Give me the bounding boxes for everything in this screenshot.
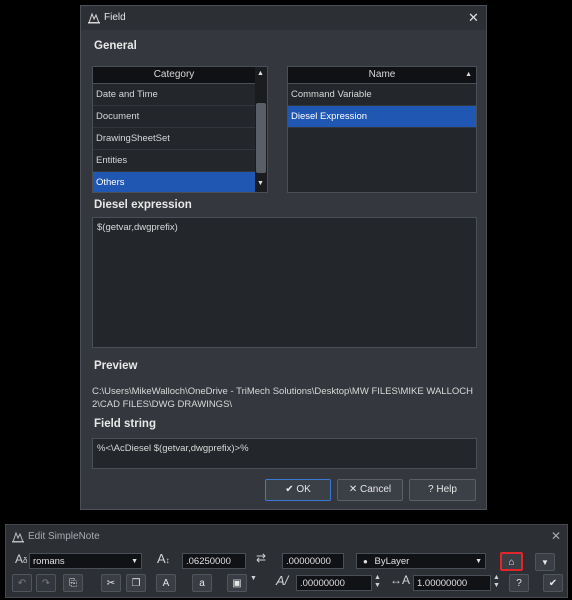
check-icon: ✔ xyxy=(285,484,294,495)
help-label: Help xyxy=(436,484,457,495)
preview-line-1: C:\Users\MikeWalloch\OneDrive - TriMech … xyxy=(92,386,473,397)
width-factor-icon: ↔A xyxy=(390,573,411,587)
insert-field-icon: ⌂ xyxy=(508,557,515,568)
dialog-title: Field xyxy=(104,12,126,23)
help-button[interactable]: ? Help xyxy=(409,479,476,501)
text-height-value: .06250000 xyxy=(186,556,231,567)
close-icon[interactable]: ✕ xyxy=(468,10,479,26)
app-icon xyxy=(88,12,100,24)
uppercase-icon: A xyxy=(162,578,170,589)
font-dropdown-icon[interactable]: ▼ xyxy=(131,554,138,570)
sort-arrow-icon: ▲ xyxy=(465,71,472,78)
category-item[interactable]: Document xyxy=(93,106,255,128)
more-options-button[interactable]: ▼ xyxy=(535,553,555,571)
preview-heading: Preview xyxy=(94,360,138,372)
text-frame-button[interactable]: ▣ xyxy=(227,574,247,592)
copy-button[interactable]: ⎘ xyxy=(63,574,83,592)
uppercase-button[interactable]: A xyxy=(156,574,176,592)
cancel-button[interactable]: ✕ Cancel xyxy=(337,479,403,501)
rotation-icon: ⇄ xyxy=(256,551,267,565)
category-item[interactable]: Date and Time xyxy=(93,84,255,106)
category-item[interactable]: Others xyxy=(93,172,255,192)
dialog-titlebar: Field ✕ xyxy=(81,6,486,30)
copy-icon: ⎘ xyxy=(69,578,77,589)
edit-simplenote-toolbar: Edit SimpleNote ✕ Aδ romans ▼ A↕ .062500… xyxy=(5,524,568,598)
text-height-icon: A↕ xyxy=(157,551,170,566)
category-header-label: Category xyxy=(153,69,195,80)
scroll-up-icon[interactable]: ▲ xyxy=(257,70,264,77)
toolbar-help-button[interactable]: ? xyxy=(509,574,529,592)
cut-button[interactable]: ✂ xyxy=(101,574,121,592)
layer-dropdown-icon[interactable]: ▼ xyxy=(475,554,482,570)
field-string-text: %<\AcDiesel $(getvar,dwgprefix)>% xyxy=(97,443,249,454)
text-height-input[interactable]: .06250000 xyxy=(182,553,246,569)
scroll-thumb[interactable] xyxy=(256,103,266,173)
field-string-heading: Field string xyxy=(94,418,156,430)
oblique-spinner-icon[interactable]: ▲ ▼ xyxy=(374,574,381,590)
toolbar-close-icon[interactable]: ✕ xyxy=(551,529,561,543)
toolbar-title: Edit SimpleNote xyxy=(28,531,100,542)
toolbar-help-icon: ? xyxy=(516,578,522,589)
help-icon: ? xyxy=(428,484,434,495)
preview-text: C:\Users\MikeWalloch\OneDrive - TriMech … xyxy=(92,385,473,411)
undo-icon: ↶ xyxy=(17,578,27,589)
category-header[interactable]: Category xyxy=(93,67,255,84)
accept-check-icon: ✔ xyxy=(548,578,558,589)
diesel-heading: Diesel expression xyxy=(94,199,192,211)
ok-label: OK xyxy=(296,484,311,495)
text-frame-icon: ▣ xyxy=(232,578,242,589)
text-frame-dropdown-icon[interactable]: ▼ xyxy=(250,575,257,582)
rotation-input[interactable]: .00000000 xyxy=(282,553,344,569)
layer-color-swatch-icon: ● xyxy=(363,557,368,566)
category-item[interactable]: DrawingSheetSet xyxy=(93,128,255,150)
layer-value: ByLayer xyxy=(374,556,410,567)
oblique-angle-input[interactable]: .00000000 xyxy=(296,575,372,591)
insert-field-button[interactable]: ⌂ xyxy=(500,552,523,571)
layer-select[interactable]: ● ByLayer ▼ xyxy=(356,553,486,569)
name-header-label: Name xyxy=(368,69,396,80)
oblique-angle-icon: A/ xyxy=(276,573,289,588)
lowercase-icon: a xyxy=(199,578,205,589)
category-list[interactable]: Category ▲ ▼ Date and Time Document Drawin… xyxy=(92,66,268,193)
rotation-value: .00000000 xyxy=(286,556,331,567)
ok-button[interactable]: ✔ OK xyxy=(265,479,331,501)
diesel-expression-input[interactable]: $(getvar,dwgprefix) xyxy=(92,217,477,348)
redo-icon: ↷ xyxy=(41,578,51,589)
name-item[interactable]: Diesel Expression xyxy=(288,106,476,128)
redo-button[interactable]: ↷ xyxy=(36,574,56,592)
field-string-box: %<\AcDiesel $(getvar,dwgprefix)>% xyxy=(92,438,477,469)
oblique-angle-value: .00000000 xyxy=(300,578,345,589)
name-item[interactable]: Command Variable xyxy=(288,84,476,106)
paste-icon: ❐ xyxy=(131,578,141,589)
width-factor-input[interactable]: 1.00000000 xyxy=(413,575,491,591)
accept-button[interactable]: ✔ xyxy=(543,574,563,592)
general-heading: General xyxy=(94,40,137,52)
lowercase-button[interactable]: a xyxy=(192,574,212,592)
width-spinner-icon[interactable]: ▲ ▼ xyxy=(493,574,500,590)
category-scrollbar[interactable]: ▲ ▼ xyxy=(255,67,267,192)
diesel-expression-text: $(getvar,dwgprefix) xyxy=(97,222,178,233)
width-factor-value: 1.00000000 xyxy=(417,578,468,589)
font-value: romans xyxy=(33,556,65,567)
cut-icon: ✂ xyxy=(106,578,116,589)
undo-button[interactable]: ↶ xyxy=(12,574,32,592)
font-select[interactable]: romans ▼ xyxy=(29,553,142,569)
toolbar-app-icon xyxy=(12,531,24,543)
name-list[interactable]: Name ▲ Command Variable Diesel Expression xyxy=(287,66,477,193)
name-header[interactable]: Name ▲ xyxy=(288,67,476,84)
scroll-down-icon[interactable]: ▼ xyxy=(257,180,264,187)
preview-line-2: 2\CAD FILES\DWG DRAWINGS\ xyxy=(92,399,233,410)
cancel-icon: ✕ xyxy=(348,484,358,495)
more-options-icon: ▼ xyxy=(541,558,549,567)
font-style-icon: Aδ xyxy=(15,552,28,566)
cancel-label: Cancel xyxy=(360,484,392,495)
category-item[interactable]: Entities xyxy=(93,150,255,172)
paste-button[interactable]: ❐ xyxy=(126,574,146,592)
field-dialog: Field ✕ General Category ▲ ▼ Date and Ti… xyxy=(80,5,487,510)
